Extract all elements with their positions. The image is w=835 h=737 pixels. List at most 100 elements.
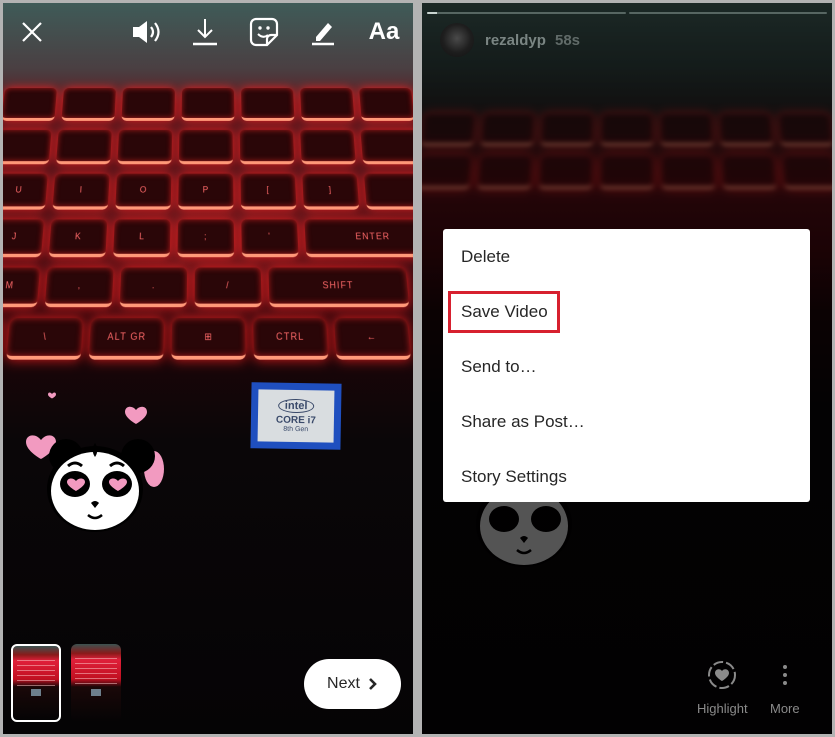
keyboard-photo: U I O P [ ] J K L ; ' ENTER M , . / SHIF… <box>3 88 413 360</box>
key: P <box>178 173 234 210</box>
progress-segment <box>427 12 626 14</box>
intel-core-text: CORE i7 <box>275 414 317 427</box>
key <box>363 173 413 210</box>
panda-heart-eyes-icon <box>26 392 164 532</box>
key <box>121 88 175 121</box>
story-options-menu: Delete Save Video Send to… Share as Post… <box>443 229 810 502</box>
text-tool-button[interactable]: Aa <box>364 15 404 49</box>
clip-thumbnail-selected[interactable] <box>11 644 61 722</box>
menu-item-story-settings[interactable]: Story Settings <box>443 449 810 504</box>
time-ago: 58s <box>555 32 581 49</box>
key <box>300 88 355 121</box>
key: ALT GR <box>88 317 165 360</box>
more-label: More <box>770 701 800 716</box>
key <box>178 129 233 165</box>
progress-segment <box>628 12 827 14</box>
sound-toggle-button[interactable] <box>130 15 164 49</box>
key: O <box>115 173 172 210</box>
key: [ <box>240 173 297 210</box>
key <box>360 129 413 165</box>
keyboard-row: J K L ; ' ENTER <box>3 219 413 258</box>
chevron-right-icon <box>369 678 377 690</box>
key: . <box>119 267 188 308</box>
key <box>239 129 295 165</box>
key: CTRL <box>252 317 329 360</box>
key <box>241 88 295 121</box>
key: ; <box>177 219 235 258</box>
key <box>55 129 112 165</box>
keyboard-row: U I O P [ ] <box>3 173 413 210</box>
pen-icon <box>312 23 334 46</box>
intel-sticker-face: intel CORE i7 8th Gen <box>257 389 335 443</box>
keyboard-row <box>3 88 413 121</box>
menu-item-send-to[interactable]: Send to… <box>443 339 810 394</box>
clip-thumbnail[interactable] <box>71 644 121 722</box>
close-icon <box>22 22 42 42</box>
key <box>117 129 173 165</box>
more-button[interactable]: More <box>770 659 800 716</box>
key <box>181 88 235 121</box>
menu-item-label: Story Settings <box>461 466 567 486</box>
clip-thumbnails <box>11 644 121 722</box>
key: , <box>44 267 114 308</box>
key: L <box>113 219 171 258</box>
menu-item-label: Send to… <box>461 356 537 376</box>
story-progress-bar <box>427 12 827 14</box>
menu-item-share-as-post[interactable]: Share as Post… <box>443 394 810 449</box>
key: I <box>52 173 110 210</box>
highlight-heart-icon <box>708 661 737 689</box>
download-button[interactable] <box>188 15 222 49</box>
thumbnail-sticker <box>91 689 101 697</box>
screenshot-frame: U I O P [ ] J K L ; ' ENTER M , . / SHIF… <box>0 0 835 737</box>
intel-gen-text: 8th Gen <box>283 425 309 434</box>
next-button[interactable]: Next <box>304 659 401 709</box>
key <box>3 88 57 121</box>
text-tool-label: Aa <box>368 18 400 45</box>
menu-item-save-video[interactable]: Save Video <box>443 284 810 339</box>
sticker-icon <box>249 17 279 47</box>
menu-item-label: Share as Post… <box>461 411 585 431</box>
menu-item-delete[interactable]: Delete <box>443 229 810 284</box>
thumbnail-keyboard <box>17 660 55 688</box>
highlight-box <box>448 291 560 333</box>
speaker-icon <box>133 21 160 43</box>
panda-sticker[interactable] <box>21 388 171 538</box>
username[interactable]: rezaldyp <box>485 32 546 49</box>
intel-logo: intel <box>277 398 315 414</box>
key <box>300 129 356 165</box>
key: / <box>194 267 262 308</box>
key: ← <box>333 317 412 360</box>
story-viewer-panel: rezaldyp 58s Delete Save Video Send to… … <box>422 3 832 734</box>
highlight-label: Highlight <box>697 701 748 716</box>
thumbnail-sticker <box>31 688 41 696</box>
key: ENTER <box>304 219 413 258</box>
highlight-button[interactable]: Highlight <box>697 659 748 716</box>
next-button-label: Next <box>327 675 360 692</box>
story-editor-panel: U I O P [ ] J K L ; ' ENTER M , . / SHIF… <box>3 3 413 734</box>
draw-button[interactable] <box>306 15 340 49</box>
key <box>359 88 413 121</box>
key: J <box>3 219 45 258</box>
sticker-button[interactable] <box>247 15 281 49</box>
key: ⊞ <box>171 317 246 360</box>
key: \ <box>6 317 84 360</box>
keyboard-row <box>3 129 413 165</box>
key: SHIFT <box>268 267 410 308</box>
close-button[interactable] <box>15 15 49 49</box>
intel-sticker: intel CORE i7 8th Gen <box>250 382 342 450</box>
key: U <box>3 173 48 210</box>
progress-fill <box>427 12 437 14</box>
download-icon <box>193 19 217 46</box>
menu-item-label: Delete <box>461 246 511 266</box>
key: M <box>3 267 41 308</box>
avatar[interactable] <box>440 23 474 57</box>
more-vertical-icon <box>782 665 787 685</box>
keyboard-row: M , . / SHIFT <box>3 267 413 308</box>
key: ] <box>302 173 360 210</box>
thumbnail-keyboard <box>75 658 117 686</box>
key: K <box>48 219 108 258</box>
keyboard-row: \ ALT GR ⊞ CTRL ← <box>3 317 413 360</box>
key <box>61 88 116 121</box>
key <box>3 129 52 165</box>
key: ' <box>241 219 299 258</box>
